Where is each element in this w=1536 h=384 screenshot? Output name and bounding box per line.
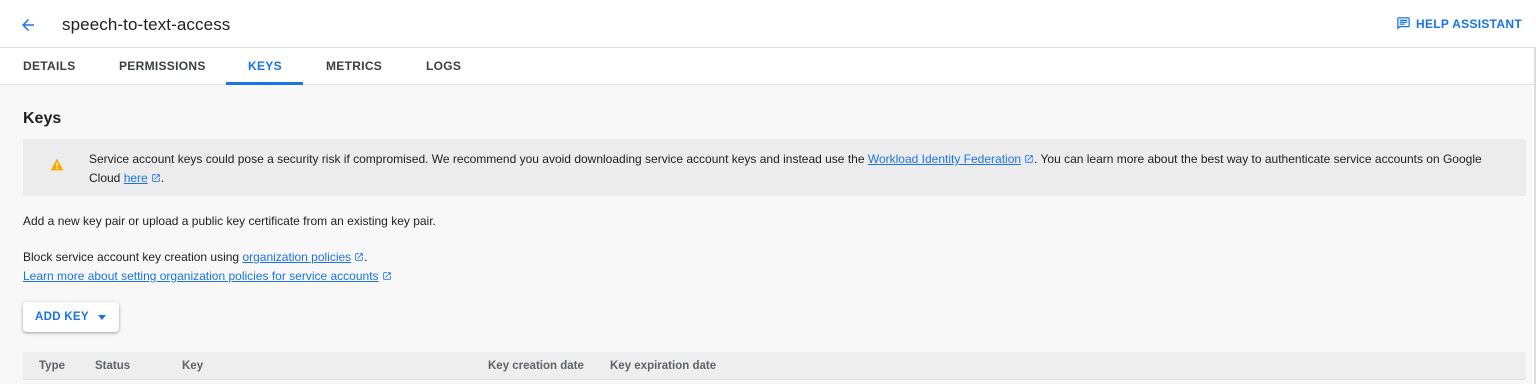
help-assistant-label: HELP ASSISTANT — [1416, 16, 1522, 31]
external-link-icon — [1025, 155, 1033, 163]
add-key-button[interactable]: ADD KEY — [23, 302, 119, 332]
help-assistant-button[interactable]: HELP ASSISTANT — [1396, 16, 1522, 31]
tab-bar: DETAILS PERMISSIONS KEYS METRICS LOGS — [0, 48, 1536, 85]
feedback-chat-icon — [1397, 17, 1410, 30]
column-header-key[interactable]: Key — [182, 352, 203, 380]
link-text: Learn more about setting organization po… — [23, 269, 379, 283]
workload-identity-federation-link[interactable]: Workload Identity Federation — [868, 152, 1034, 166]
link-text: organization policies — [242, 250, 352, 264]
intro-text: Add a new key pair or upload a public ke… — [23, 214, 436, 228]
section-title: Keys — [23, 110, 62, 127]
security-warning-banner: Service account keys could pose a securi… — [23, 139, 1526, 196]
content-area — [0, 85, 1532, 384]
external-link-icon — [355, 253, 363, 261]
learn-more-row: Learn more about setting organization po… — [23, 267, 392, 286]
policy-text-part: . — [364, 250, 368, 264]
column-header-type[interactable]: Type — [39, 352, 65, 380]
dropdown-caret-icon — [97, 314, 106, 320]
tab-details[interactable]: DETAILS — [23, 48, 76, 85]
column-header-key-expiration-date[interactable]: Key expiration date — [610, 352, 716, 380]
policy-text: Block service account key creation using… — [23, 248, 368, 267]
arrow-back-icon — [22, 19, 34, 31]
column-header-status[interactable]: Status — [95, 352, 130, 380]
tab-metrics[interactable]: METRICS — [326, 48, 382, 85]
link-text: Workload Identity Federation — [867, 152, 1022, 166]
tab-keys[interactable]: KEYS — [248, 48, 282, 85]
warning-text-part: . — [160, 171, 165, 185]
warning-triangle-icon — [50, 158, 64, 171]
warning-text: Service account keys could pose a securi… — [89, 150, 1509, 188]
page-header: speech-to-text-access HELP ASSISTANT — [0, 0, 1536, 48]
tab-permissions[interactable]: PERMISSIONS — [119, 48, 206, 85]
authentication-here-link[interactable]: here — [124, 171, 161, 185]
external-link-icon — [151, 174, 160, 182]
tab-logs[interactable]: LOGS — [426, 48, 461, 85]
warning-text-part: Service account keys could pose a securi… — [89, 152, 868, 166]
learn-more-org-policies-link[interactable]: Learn more about setting organization po… — [23, 269, 392, 283]
keys-table-header: Type Status Key Key creation date Key ex… — [23, 352, 1526, 380]
add-key-label: ADD KEY — [35, 311, 89, 323]
policy-text-part: Block service account key creation using — [23, 250, 243, 264]
organization-policies-link[interactable]: organization policies — [242, 250, 364, 264]
page-title: speech-to-text-access — [62, 15, 231, 34]
column-header-key-creation-date[interactable]: Key creation date — [488, 352, 584, 380]
external-link-icon — [382, 272, 391, 280]
link-text: here — [123, 171, 148, 185]
back-button[interactable] — [14, 11, 42, 39]
